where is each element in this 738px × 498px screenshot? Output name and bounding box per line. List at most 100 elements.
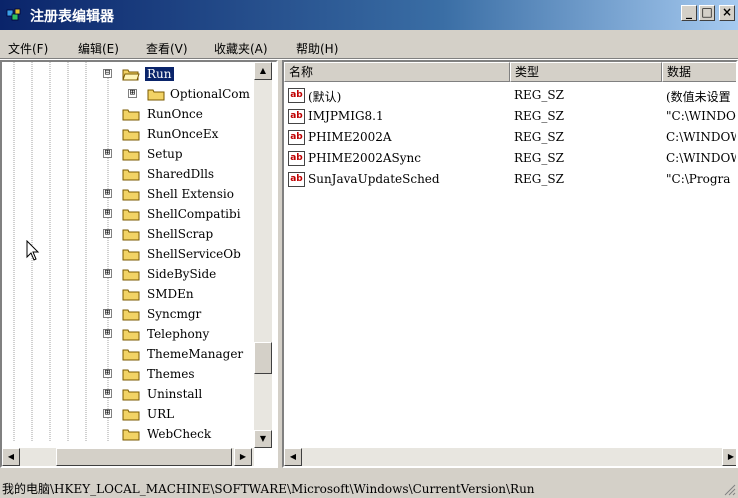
tree-item-themes[interactable]: ⊞ Themes (2, 364, 252, 384)
tree-item-shellcompatibility[interactable]: ⊞ ShellCompatibi (2, 204, 252, 224)
folder-icon (147, 89, 165, 101)
value-data: C:\WINDOWS (666, 151, 736, 165)
regedit-app-icon (6, 8, 21, 21)
maximize-button[interactable]: □ (699, 5, 715, 21)
expand-icon[interactable]: ⊞ (103, 329, 112, 338)
tree-hscroll-thumb[interactable] (56, 448, 232, 466)
expand-icon[interactable]: ⊞ (103, 209, 112, 218)
tree-item-uninstall[interactable]: ⊞ Uninstall (2, 384, 252, 404)
folder-icon (122, 129, 140, 141)
tree-vertical-scrollbar[interactable]: ▲ ▼ (254, 62, 272, 448)
list-horizontal-scrollbar[interactable]: ◀ ▶ (284, 448, 736, 466)
resize-grip-icon[interactable] (724, 484, 736, 496)
value-data: C:\WINDOWS (666, 130, 736, 144)
scroll-left-arrow-icon[interactable]: ◀ (284, 448, 302, 466)
value-row[interactable]: ab SunJavaUpdateSched REG_SZ "C:\Progra (284, 168, 736, 189)
tree-item-shell-extensions[interactable]: ⊞ Shell Extensio (2, 184, 252, 204)
value-data: (数值未设置 (666, 90, 731, 104)
value-name: PHIME2002ASync (308, 151, 421, 165)
tree-item-telephony[interactable]: ⊞ Telephony (2, 324, 252, 344)
expand-icon[interactable]: ⊞ (103, 149, 112, 158)
expand-icon[interactable]: ⊞ (103, 369, 112, 378)
value-type: REG_SZ (514, 88, 564, 102)
folder-icon (122, 149, 140, 161)
expand-icon[interactable]: ⊞ (103, 229, 112, 238)
value-data: "C:\WINDOW (666, 109, 736, 123)
window-title: 注册表编辑器 (30, 9, 114, 25)
value-type: REG_SZ (514, 172, 564, 186)
folder-icon (122, 389, 140, 401)
value-type: REG_SZ (514, 109, 564, 123)
open-folder-icon (122, 69, 140, 81)
tree-item-label: WebCheck (147, 427, 212, 441)
value-row[interactable]: ab (默认) REG_SZ (数值未设置 (284, 84, 736, 105)
folder-icon (122, 309, 140, 321)
values-list-pane[interactable]: 名称 类型 数据 ab (默认) REG_SZ (数值未设置 ab IMJPMI… (282, 60, 738, 468)
folder-icon (122, 349, 140, 361)
menu-edit[interactable]: 编辑(E) (78, 40, 119, 57)
tree-item-label: Shell Extensio (147, 187, 234, 201)
value-row[interactable]: ab IMJPMIG8.1 REG_SZ "C:\WINDOW (284, 105, 736, 126)
folder-icon (122, 209, 140, 221)
scroll-up-arrow-icon[interactable]: ▲ (254, 62, 272, 80)
menu-favorites[interactable]: 收藏夹(A) (214, 40, 268, 57)
tree-item-label: OptionalCom (170, 87, 250, 101)
tree-item-label: Themes (147, 367, 195, 381)
tree-item-setup[interactable]: ⊞ Setup (2, 144, 252, 164)
expand-icon[interactable]: ⊞ (103, 269, 112, 278)
scroll-right-arrow-icon[interactable]: ▶ (234, 448, 252, 466)
folder-icon (122, 109, 140, 121)
column-header-data[interactable]: 数据 (662, 62, 736, 82)
tree-item-runonceex[interactable]: RunOnceEx (2, 124, 252, 144)
expand-icon[interactable]: ⊞ (103, 309, 112, 318)
tree-item-thememanager[interactable]: ThemeManager (2, 344, 252, 364)
value-type: REG_SZ (514, 130, 564, 144)
close-button[interactable]: × (719, 5, 735, 21)
tree-item-label: URL (147, 407, 175, 421)
tree-scroll-thumb[interactable] (254, 342, 272, 374)
tree-item-optionalcom[interactable]: ⊞ OptionalCom (2, 84, 252, 104)
menu-file[interactable]: 文件(F) (8, 40, 48, 57)
value-name: SunJavaUpdateSched (308, 172, 440, 186)
folder-icon (122, 329, 140, 341)
tree-horizontal-scrollbar[interactable]: ◀ ▶ (2, 448, 254, 466)
tree-item-syncmgr[interactable]: ⊞ Syncmgr (2, 304, 252, 324)
tree-item-runonce[interactable]: RunOnce (2, 104, 252, 124)
column-header-type[interactable]: 类型 (510, 62, 662, 82)
tree-item-shareddlls[interactable]: SharedDlls (2, 164, 252, 184)
folder-icon (122, 229, 140, 241)
folder-icon (122, 369, 140, 381)
tree-item-sidebyside[interactable]: ⊞ SideBySide (2, 264, 252, 284)
value-row[interactable]: ab PHIME2002A REG_SZ C:\WINDOWS (284, 126, 736, 147)
expand-icon[interactable]: ⊞ (103, 389, 112, 398)
menu-view[interactable]: 查看(V) (146, 40, 188, 57)
tree-item-run[interactable]: ⊟ Run (2, 64, 252, 84)
string-value-icon: ab (288, 172, 305, 187)
string-value-icon: ab (288, 130, 305, 145)
value-row[interactable]: ab PHIME2002ASync REG_SZ C:\WINDOWS (284, 147, 736, 168)
expand-icon[interactable]: ⊞ (103, 409, 112, 418)
tree-item-webcheck[interactable]: WebCheck (2, 424, 252, 444)
minimize-button[interactable]: _ (681, 5, 697, 21)
tree-item-url[interactable]: ⊞ URL (2, 404, 252, 424)
folder-icon (122, 169, 140, 181)
menu-bar: 文件(F) 编辑(E) 查看(V) 收藏夹(A) 帮助(H) (0, 38, 738, 58)
folder-icon (122, 409, 140, 421)
collapse-icon[interactable]: ⊟ (103, 69, 112, 78)
string-value-icon: ab (288, 88, 305, 103)
scroll-left-arrow-icon[interactable]: ◀ (2, 448, 20, 466)
column-header-name[interactable]: 名称 (284, 62, 510, 82)
scroll-down-arrow-icon[interactable]: ▼ (254, 430, 272, 448)
scroll-right-arrow-icon[interactable]: ▶ (722, 448, 736, 466)
folder-icon (122, 249, 140, 261)
tree-item-label: Telephony (147, 327, 210, 341)
menu-help[interactable]: 帮助(H) (296, 40, 338, 57)
value-name: IMJPMIG8.1 (308, 109, 384, 123)
tree-item-smden[interactable]: SMDEn (2, 284, 252, 304)
key-tree-pane[interactable]: ⊟ Run ⊞ OptionalCom RunOnce RunOnceEx ⊞ … (0, 60, 278, 468)
title-bar[interactable]: 注册表编辑器 _ □ × (0, 0, 738, 30)
tree-item-label: SMDEn (147, 287, 194, 301)
expand-icon[interactable]: ⊞ (128, 89, 137, 98)
expand-icon[interactable]: ⊞ (103, 189, 112, 198)
status-bar: 我的电脑\HKEY_LOCAL_MACHINE\SOFTWARE\Microso… (0, 476, 738, 498)
